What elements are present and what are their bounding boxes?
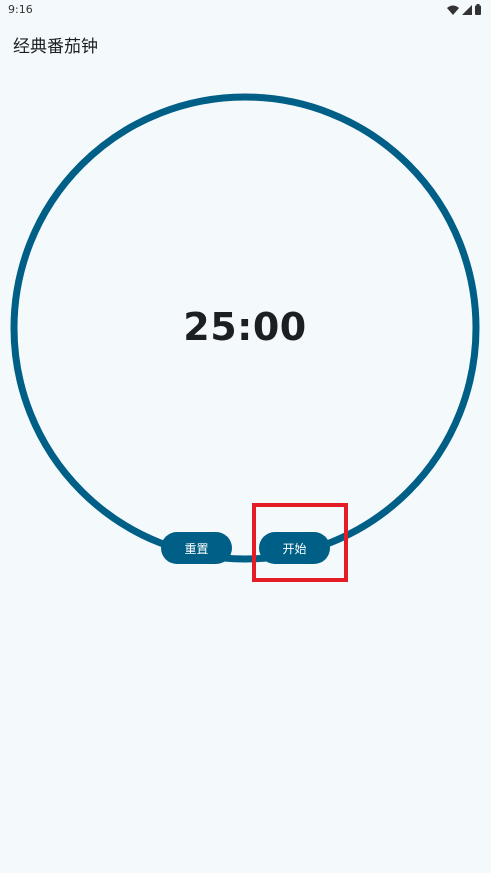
start-button[interactable]: 开始 bbox=[259, 532, 330, 564]
timer-ring bbox=[10, 93, 480, 563]
timer-display: 25:00 bbox=[183, 305, 307, 349]
reset-button[interactable]: 重置 bbox=[161, 532, 232, 564]
